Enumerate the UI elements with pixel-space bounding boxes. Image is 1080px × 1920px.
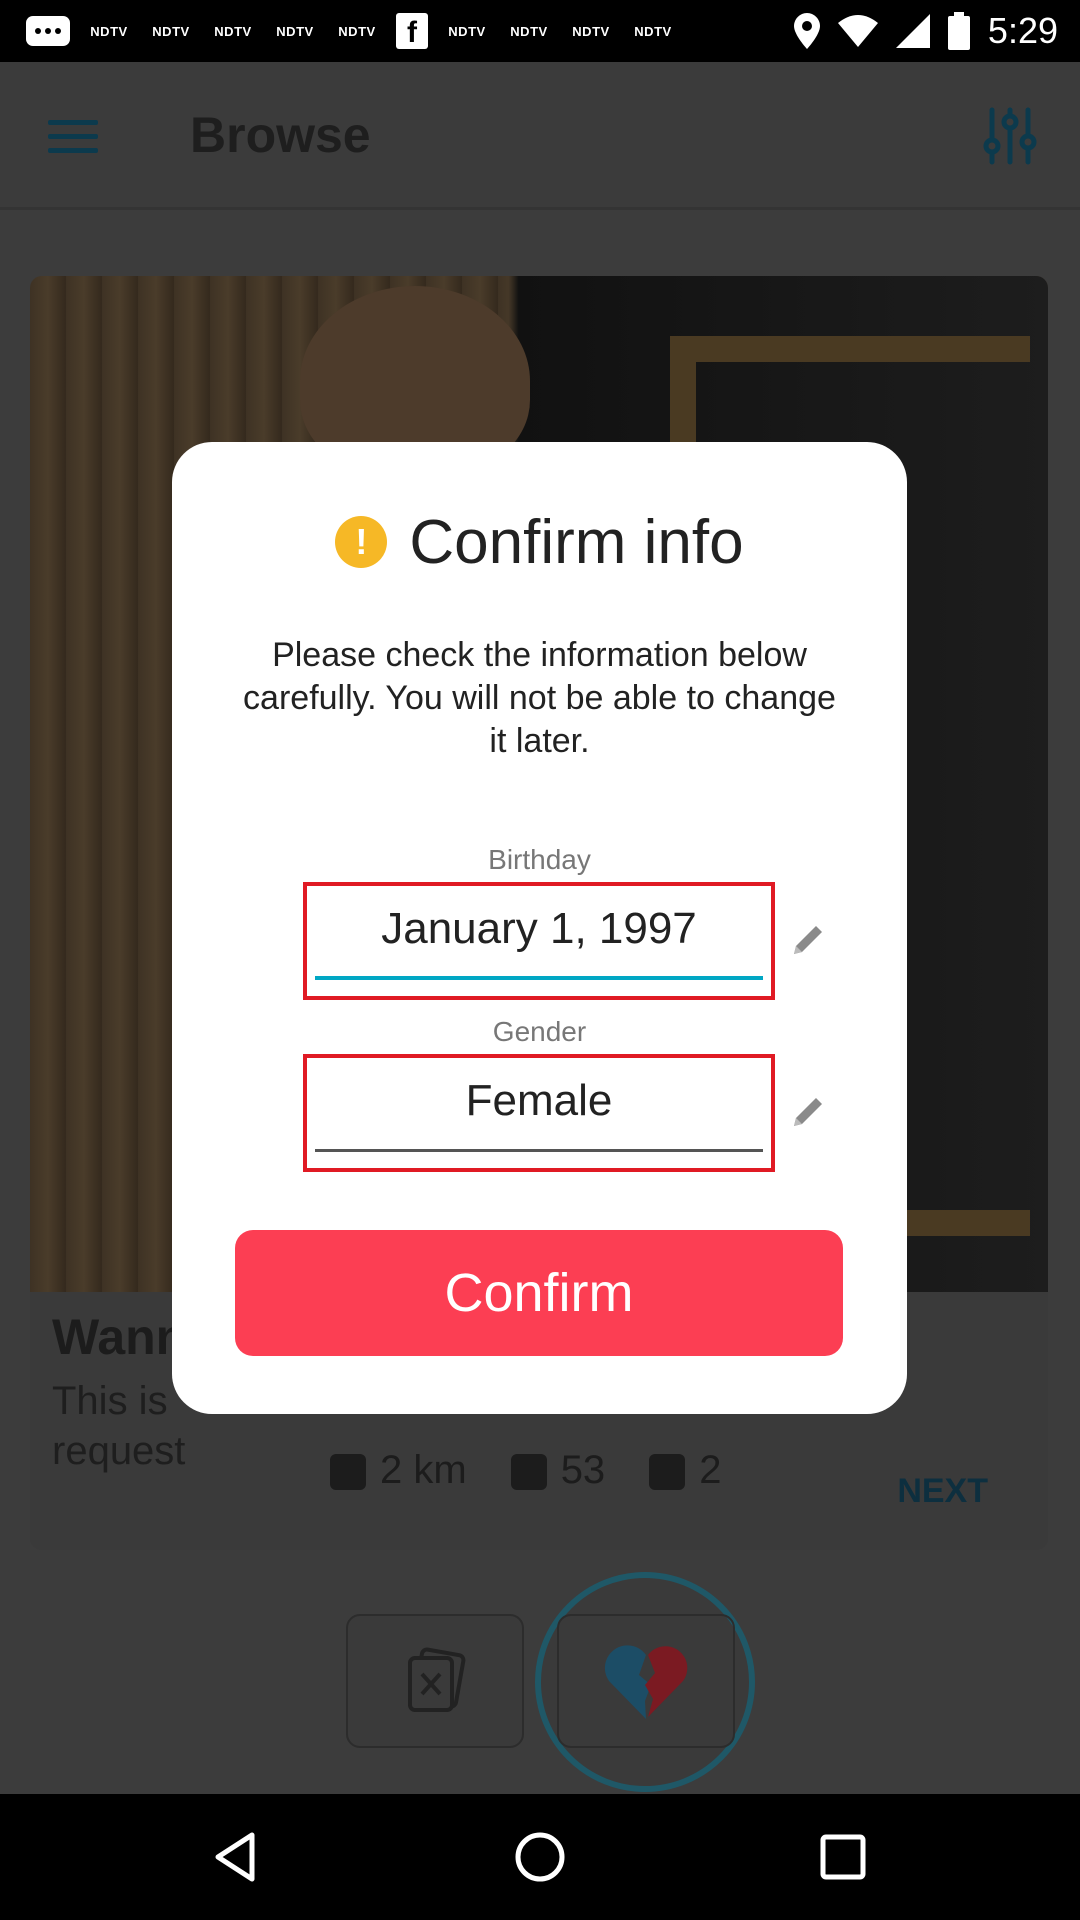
filter-sliders-icon[interactable] xyxy=(980,106,1040,166)
profile-stats: 2 km 53 2 xyxy=(330,1448,721,1493)
birthday-underline xyxy=(315,976,763,980)
exclamation-circle-icon: ! xyxy=(335,516,388,568)
confirm-info-dialog: ! Confirm info Please check the informat… xyxy=(172,442,907,1414)
photos-value: 2 xyxy=(699,1448,722,1492)
location-pin-icon xyxy=(330,1454,366,1491)
gender-value: Female xyxy=(465,1076,613,1125)
like-button[interactable] xyxy=(557,1614,735,1748)
ndtv-icon: NDTV xyxy=(276,23,314,39)
ndtv-icon: NDTV xyxy=(90,23,128,39)
navigation-bar xyxy=(0,1794,1080,1920)
next-button[interactable]: NEXT xyxy=(897,1472,988,1511)
ndtv-icon: NDTV xyxy=(510,23,548,39)
ndtv-icon: NDTV xyxy=(634,23,672,39)
ndtv-icon: NDTV xyxy=(572,23,610,39)
views-stat: 53 xyxy=(510,1448,606,1493)
edit-pencil-icon[interactable] xyxy=(788,1092,828,1132)
skip-cards-icon xyxy=(408,1647,466,1712)
location-icon xyxy=(793,13,820,49)
broken-heart-icon xyxy=(604,1645,688,1719)
gender-underline xyxy=(315,1149,763,1152)
distance-stat: 2 km xyxy=(330,1448,467,1493)
recents-square-icon[interactable] xyxy=(815,1829,871,1885)
photos-stat: 2 xyxy=(649,1448,721,1493)
distance-value: 2 km xyxy=(380,1448,467,1492)
app-bar: Browse xyxy=(0,62,1080,210)
ndtv-icon: NDTV xyxy=(152,23,190,39)
wifi-icon xyxy=(837,15,878,47)
dialog-header: ! Confirm info xyxy=(172,502,907,582)
views-value: 53 xyxy=(560,1448,606,1492)
home-circle-icon[interactable] xyxy=(512,1829,568,1885)
page-title: Browse xyxy=(190,107,371,163)
battery-icon xyxy=(947,12,970,50)
camera-icon xyxy=(649,1454,686,1491)
notification-icons: NDTV NDTV NDTV NDTV NDTV f NDTV NDTV NDT… xyxy=(0,13,676,49)
confirm-button[interactable]: Confirm xyxy=(235,1230,843,1356)
skip-button[interactable] xyxy=(346,1614,524,1748)
system-status: 5:29 xyxy=(793,0,1058,62)
messages-icon xyxy=(26,16,70,46)
profile-name: Wann xyxy=(52,1309,187,1365)
signal-icon xyxy=(895,14,930,48)
gender-field[interactable]: Female xyxy=(303,1054,775,1172)
birthday-field[interactable]: January 1, 1997 xyxy=(303,882,775,1000)
ndtv-icon: NDTV xyxy=(338,23,376,39)
gender-label: Gender xyxy=(492,1016,587,1047)
ndtv-icon: NDTV xyxy=(214,23,252,39)
action-bar xyxy=(0,1562,1080,1792)
bar-chart-icon xyxy=(510,1454,547,1491)
dialog-message: Please check the information below caref… xyxy=(243,636,836,760)
status-bar: NDTV NDTV NDTV NDTV NDTV f NDTV NDTV NDT… xyxy=(0,0,1080,62)
birthday-label: Birthday xyxy=(488,844,591,875)
birthday-value: January 1, 1997 xyxy=(381,904,697,953)
clock: 5:29 xyxy=(987,10,1058,51)
edit-pencil-icon[interactable] xyxy=(788,920,828,960)
dialog-title: Confirm info xyxy=(409,507,744,577)
hamburger-menu-icon[interactable] xyxy=(48,120,98,154)
facebook-icon: f xyxy=(396,13,428,49)
back-triangle-icon[interactable] xyxy=(208,1829,264,1885)
ndtv-icon: NDTV xyxy=(448,23,486,39)
